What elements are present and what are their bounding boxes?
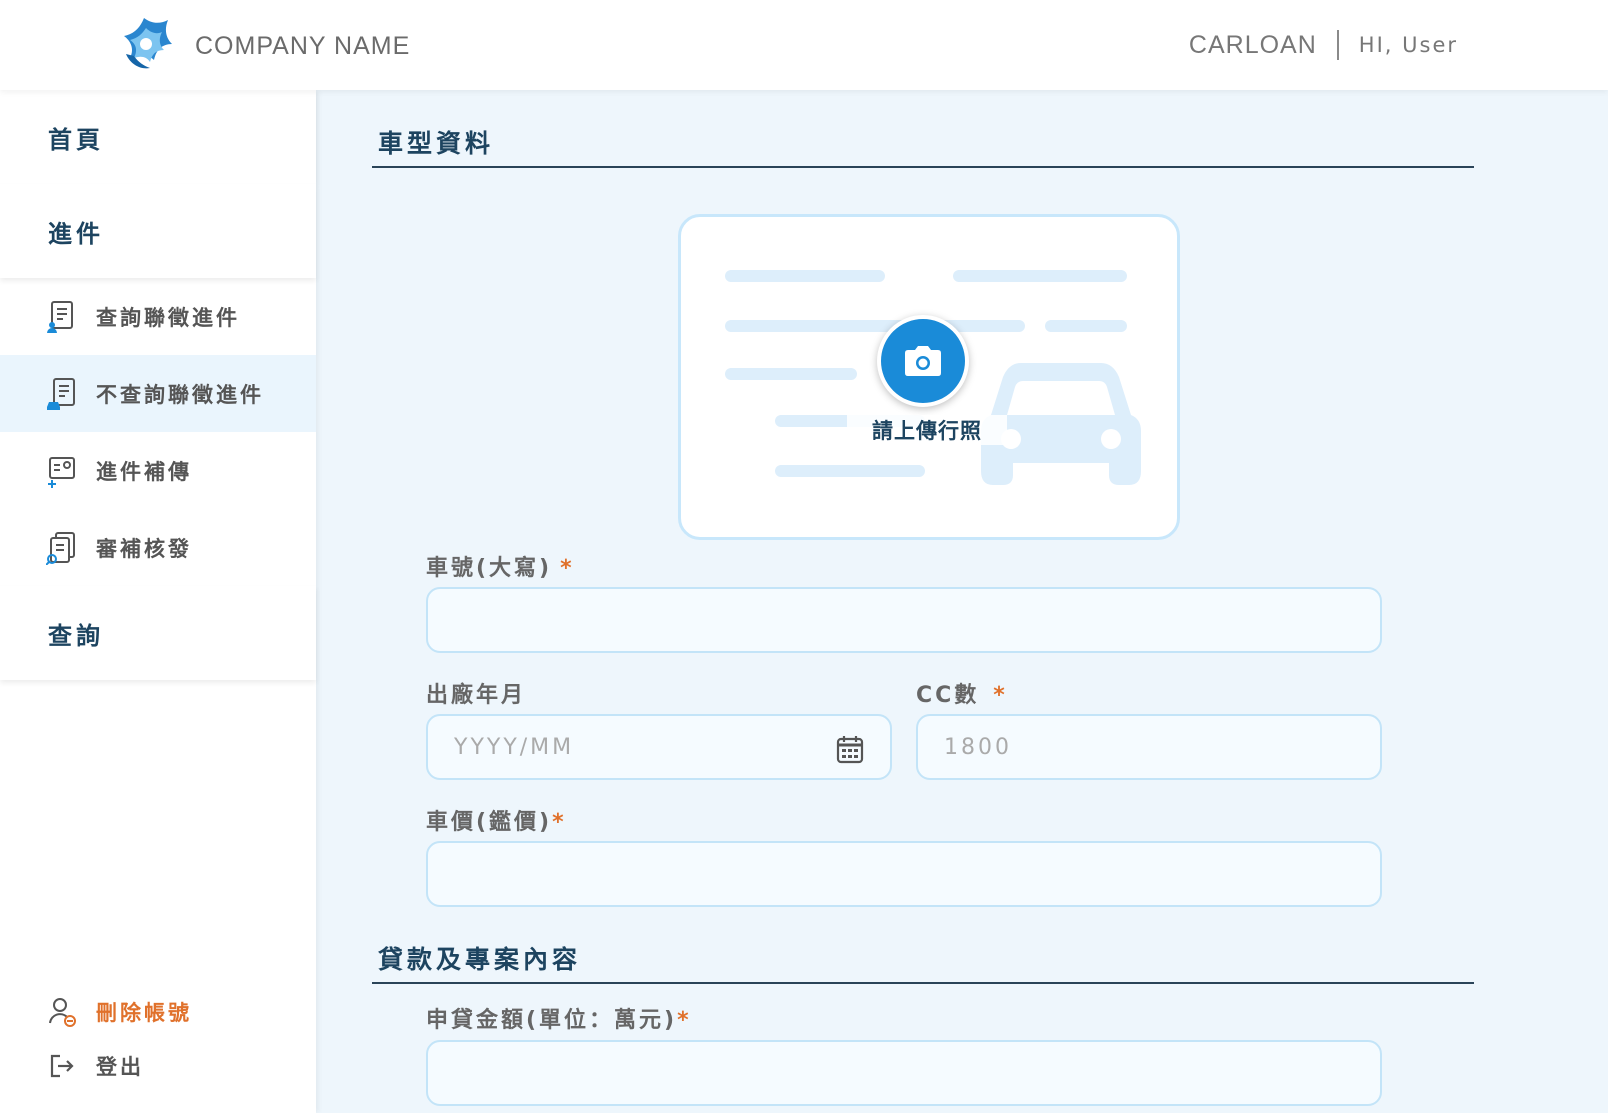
app-name: CARLOAN	[1188, 30, 1317, 59]
manufacture-placeholder: YYYY/MM	[454, 734, 575, 760]
placeholder-line	[953, 270, 1127, 282]
car-price-input[interactable]	[426, 841, 1382, 907]
sidebar-item-label: 查詢聯徵進件	[96, 305, 240, 330]
required-mark: *	[560, 556, 575, 581]
placeholder-line	[725, 270, 885, 282]
id-card-add-icon	[46, 454, 76, 488]
license-upload-card[interactable]: 請上傳行照	[678, 214, 1180, 540]
sidebar-item-home[interactable]: 首頁	[0, 90, 316, 184]
required-mark: *	[677, 1008, 692, 1033]
sidebar-item-label: 進件補傳	[96, 459, 192, 484]
user-greeting[interactable]: HI, User	[1359, 33, 1458, 57]
loan-amount-label-text: 申貸金額(單位：萬元)	[426, 1008, 678, 1033]
document-search-icon	[45, 531, 76, 566]
manufacture-label: 出廠年月	[426, 683, 527, 708]
plate-label: 車號(大寫) *	[426, 550, 575, 582]
sidebar-section-submission[interactable]: 進件	[0, 184, 316, 278]
cc-input[interactable]: 1800	[916, 714, 1382, 780]
upload-label: 請上傳行照	[847, 415, 1007, 445]
cc-label-text: CC數	[916, 683, 980, 708]
plate-input[interactable]	[426, 587, 1382, 653]
logout-button[interactable]: 登出	[0, 1039, 316, 1093]
company-logo-icon	[116, 14, 174, 74]
logout-label: 登出	[96, 1055, 144, 1079]
placeholder-line	[1045, 320, 1127, 332]
sidebar-item-query[interactable]: 查詢	[0, 586, 316, 680]
sidebar: 首頁 進件 查詢聯徵進件 不查詢聯徵進件 進件補傳 審補核發 查詢 刪除帳號 登…	[0, 90, 316, 1113]
company-name: COMPANY NAME	[195, 32, 411, 60]
loan-section-title: 貸款及專案內容	[372, 940, 1474, 984]
document-car-icon	[46, 377, 76, 411]
sidebar-item-query-jcic[interactable]: 查詢聯徵進件	[0, 278, 316, 355]
sidebar-item-no-query-jcic[interactable]: 不查詢聯徵進件	[0, 355, 316, 432]
calendar-icon[interactable]	[836, 734, 864, 764]
header-divider	[1336, 30, 1339, 60]
top-header: COMPANY NAME CARLOAN HI, User	[0, 0, 1608, 90]
manufacture-date-input[interactable]: YYYY/MM	[426, 714, 892, 780]
sidebar-item-label: 不查詢聯徵進件	[96, 382, 264, 407]
camera-icon	[905, 346, 941, 376]
price-label: 車價(鑑價)*	[426, 804, 567, 836]
required-mark: *	[993, 683, 1008, 708]
price-label-text: 車價(鑑價)	[426, 810, 553, 835]
loan-amount-label: 申貸金額(單位：萬元)*	[426, 1002, 692, 1034]
sidebar-item-review[interactable]: 審補核發	[0, 509, 316, 586]
sidebar-item-label: 審補核發	[96, 536, 192, 561]
required-mark: *	[552, 810, 567, 835]
cc-label: CC數 *	[916, 677, 1008, 709]
main-content: 車型資料 請上傳行照 車號(大寫) * 出廠年月 YYYY/MM CC數 * 1…	[316, 90, 1608, 1113]
loan-amount-input[interactable]	[426, 1040, 1382, 1106]
delete-account-label: 刪除帳號	[96, 1001, 192, 1025]
placeholder-line	[725, 320, 1025, 332]
document-user-icon	[46, 300, 76, 334]
camera-upload-button[interactable]	[877, 315, 969, 407]
vehicle-section-title: 車型資料	[372, 124, 1474, 168]
logout-icon	[50, 1054, 74, 1078]
placeholder-line	[725, 368, 857, 380]
plate-label-text: 車號(大寫)	[426, 556, 553, 581]
sidebar-item-resubmit[interactable]: 進件補傳	[0, 432, 316, 509]
user-remove-icon	[49, 998, 76, 1027]
placeholder-line	[775, 465, 925, 477]
cc-placeholder: 1800	[944, 734, 1012, 760]
delete-account-button[interactable]: 刪除帳號	[0, 985, 316, 1039]
